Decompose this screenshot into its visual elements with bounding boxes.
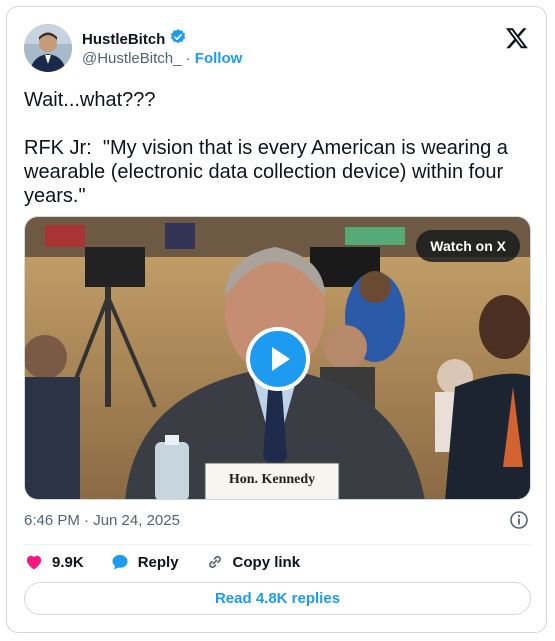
- copy-link-label: Copy link: [232, 553, 301, 571]
- timestamp[interactable]: 6:46 PM · Jun 24, 2025: [24, 512, 180, 529]
- follow-button[interactable]: Follow: [195, 50, 243, 67]
- avatar[interactable]: [24, 24, 72, 72]
- handle-separator: ·: [185, 50, 191, 67]
- author-handle-row: @HustleBitch_ · Follow: [82, 50, 242, 67]
- like-count: 9.9K: [52, 553, 84, 571]
- action-bar: 9.9K Reply Copy link: [24, 552, 300, 572]
- play-button[interactable]: [246, 327, 310, 391]
- reply-action[interactable]: Reply: [110, 552, 179, 572]
- author-name[interactable]: HustleBitch: [82, 31, 165, 48]
- verified-badge-icon: [169, 28, 187, 51]
- author-name-row: HustleBitch: [82, 28, 187, 51]
- tweet-card: HustleBitch @HustleBitch_ · Follow Wait.…: [6, 6, 547, 633]
- x-logo-icon[interactable]: [505, 26, 529, 50]
- play-icon: [272, 347, 290, 371]
- link-icon: [208, 555, 221, 569]
- read-replies-button[interactable]: Read 4.8K replies: [24, 582, 531, 615]
- video-media[interactable]: Hon. Kennedy Watch on X: [24, 216, 531, 500]
- divider: [24, 544, 531, 545]
- like-action[interactable]: 9.9K: [24, 552, 84, 572]
- watch-on-x-button[interactable]: Watch on X: [416, 230, 520, 262]
- author-handle[interactable]: @HustleBitch_: [82, 50, 181, 67]
- info-icon[interactable]: [509, 510, 529, 530]
- copy-link-action[interactable]: Copy link: [205, 552, 301, 572]
- nameplate-text: Hon. Kennedy: [228, 472, 316, 487]
- heart-icon: [26, 555, 42, 570]
- reply-label: Reply: [137, 553, 179, 571]
- reply-bubble-icon: [112, 554, 128, 570]
- tweet-text: Wait...what??? RFK Jr: "My vision that i…: [24, 89, 508, 207]
